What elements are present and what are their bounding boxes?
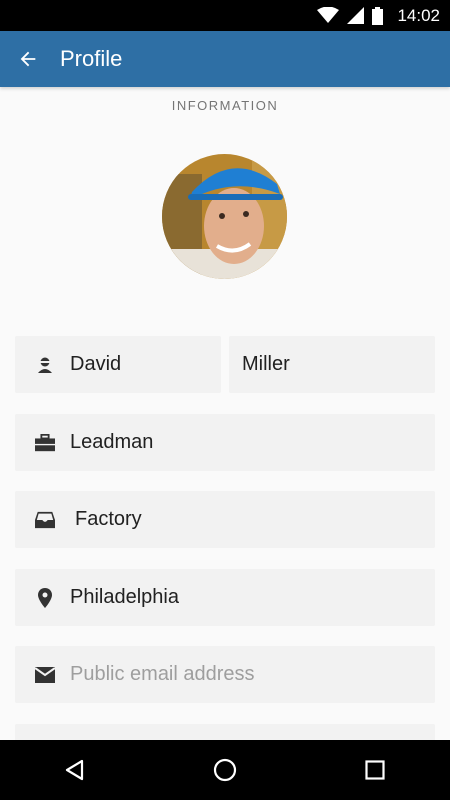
back-triangle-icon [65, 759, 84, 781]
app-bar: Profile [0, 31, 450, 87]
arrow-back-icon [20, 51, 36, 67]
status-time: 14:02 [397, 5, 440, 25]
section-header: INFORMATION [171, 98, 279, 113]
first-name-value: David [70, 353, 122, 375]
first-name-field[interactable]: David [15, 336, 221, 393]
department-value: Factory [75, 508, 142, 530]
last-name-field[interactable]: Miller [229, 336, 435, 393]
status-bar: 14:02 [0, 0, 450, 31]
home-circle-icon [213, 758, 237, 782]
briefcase-icon [35, 433, 55, 453]
job-title-field[interactable]: Leadman [15, 414, 435, 471]
last-name-value: Miller [242, 353, 290, 375]
email-icon [35, 665, 55, 685]
battery-icon [372, 6, 384, 25]
job-title-value: Leadman [70, 431, 154, 453]
page-title: Profile [60, 46, 123, 71]
person-icon [35, 355, 55, 375]
signal-icon [347, 7, 365, 24]
nav-home-button[interactable] [195, 740, 255, 800]
avatar[interactable] [162, 154, 287, 279]
location-pin-icon [35, 587, 55, 608]
department-field[interactable]: Factory [15, 491, 435, 548]
location-field[interactable]: Philadelphia [15, 569, 435, 626]
back-button[interactable] [0, 31, 56, 87]
email-placeholder: Public email address [70, 663, 255, 685]
nav-back-button[interactable] [45, 740, 105, 800]
inbox-icon [35, 510, 55, 530]
nav-recents-button[interactable] [345, 740, 405, 800]
email-field[interactable]: Public email address [15, 646, 435, 703]
nav-bar [0, 740, 450, 800]
wifi-icon [317, 7, 340, 24]
location-value: Philadelphia [70, 586, 179, 608]
recents-square-icon [365, 760, 385, 780]
